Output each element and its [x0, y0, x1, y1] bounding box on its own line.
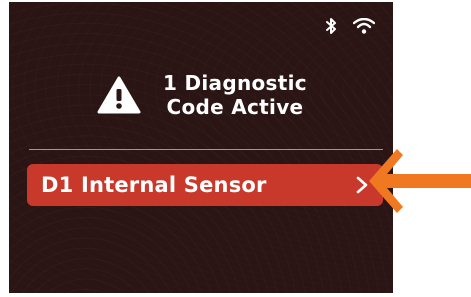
- diagnostic-code-button[interactable]: D1 Internal Sensor: [27, 164, 383, 206]
- alert-message: 1 Diagnostic Code Active: [163, 71, 307, 119]
- diagnostic-code-label: D1 Internal Sensor: [41, 173, 267, 197]
- status-bar: [326, 18, 375, 34]
- divider: [29, 149, 383, 150]
- alert-line-2: Code Active: [166, 95, 304, 119]
- bluetooth-icon: [326, 18, 337, 34]
- orange-arrow-icon: [369, 149, 471, 213]
- wifi-icon: [353, 18, 375, 34]
- device-screen: 1 Diagnostic Code Active D1 Internal Sen…: [9, 2, 393, 293]
- alert-line-1: 1 Diagnostic: [163, 71, 307, 95]
- diagnostic-alert: 1 Diagnostic Code Active: [97, 71, 307, 119]
- warning-icon: [97, 76, 141, 114]
